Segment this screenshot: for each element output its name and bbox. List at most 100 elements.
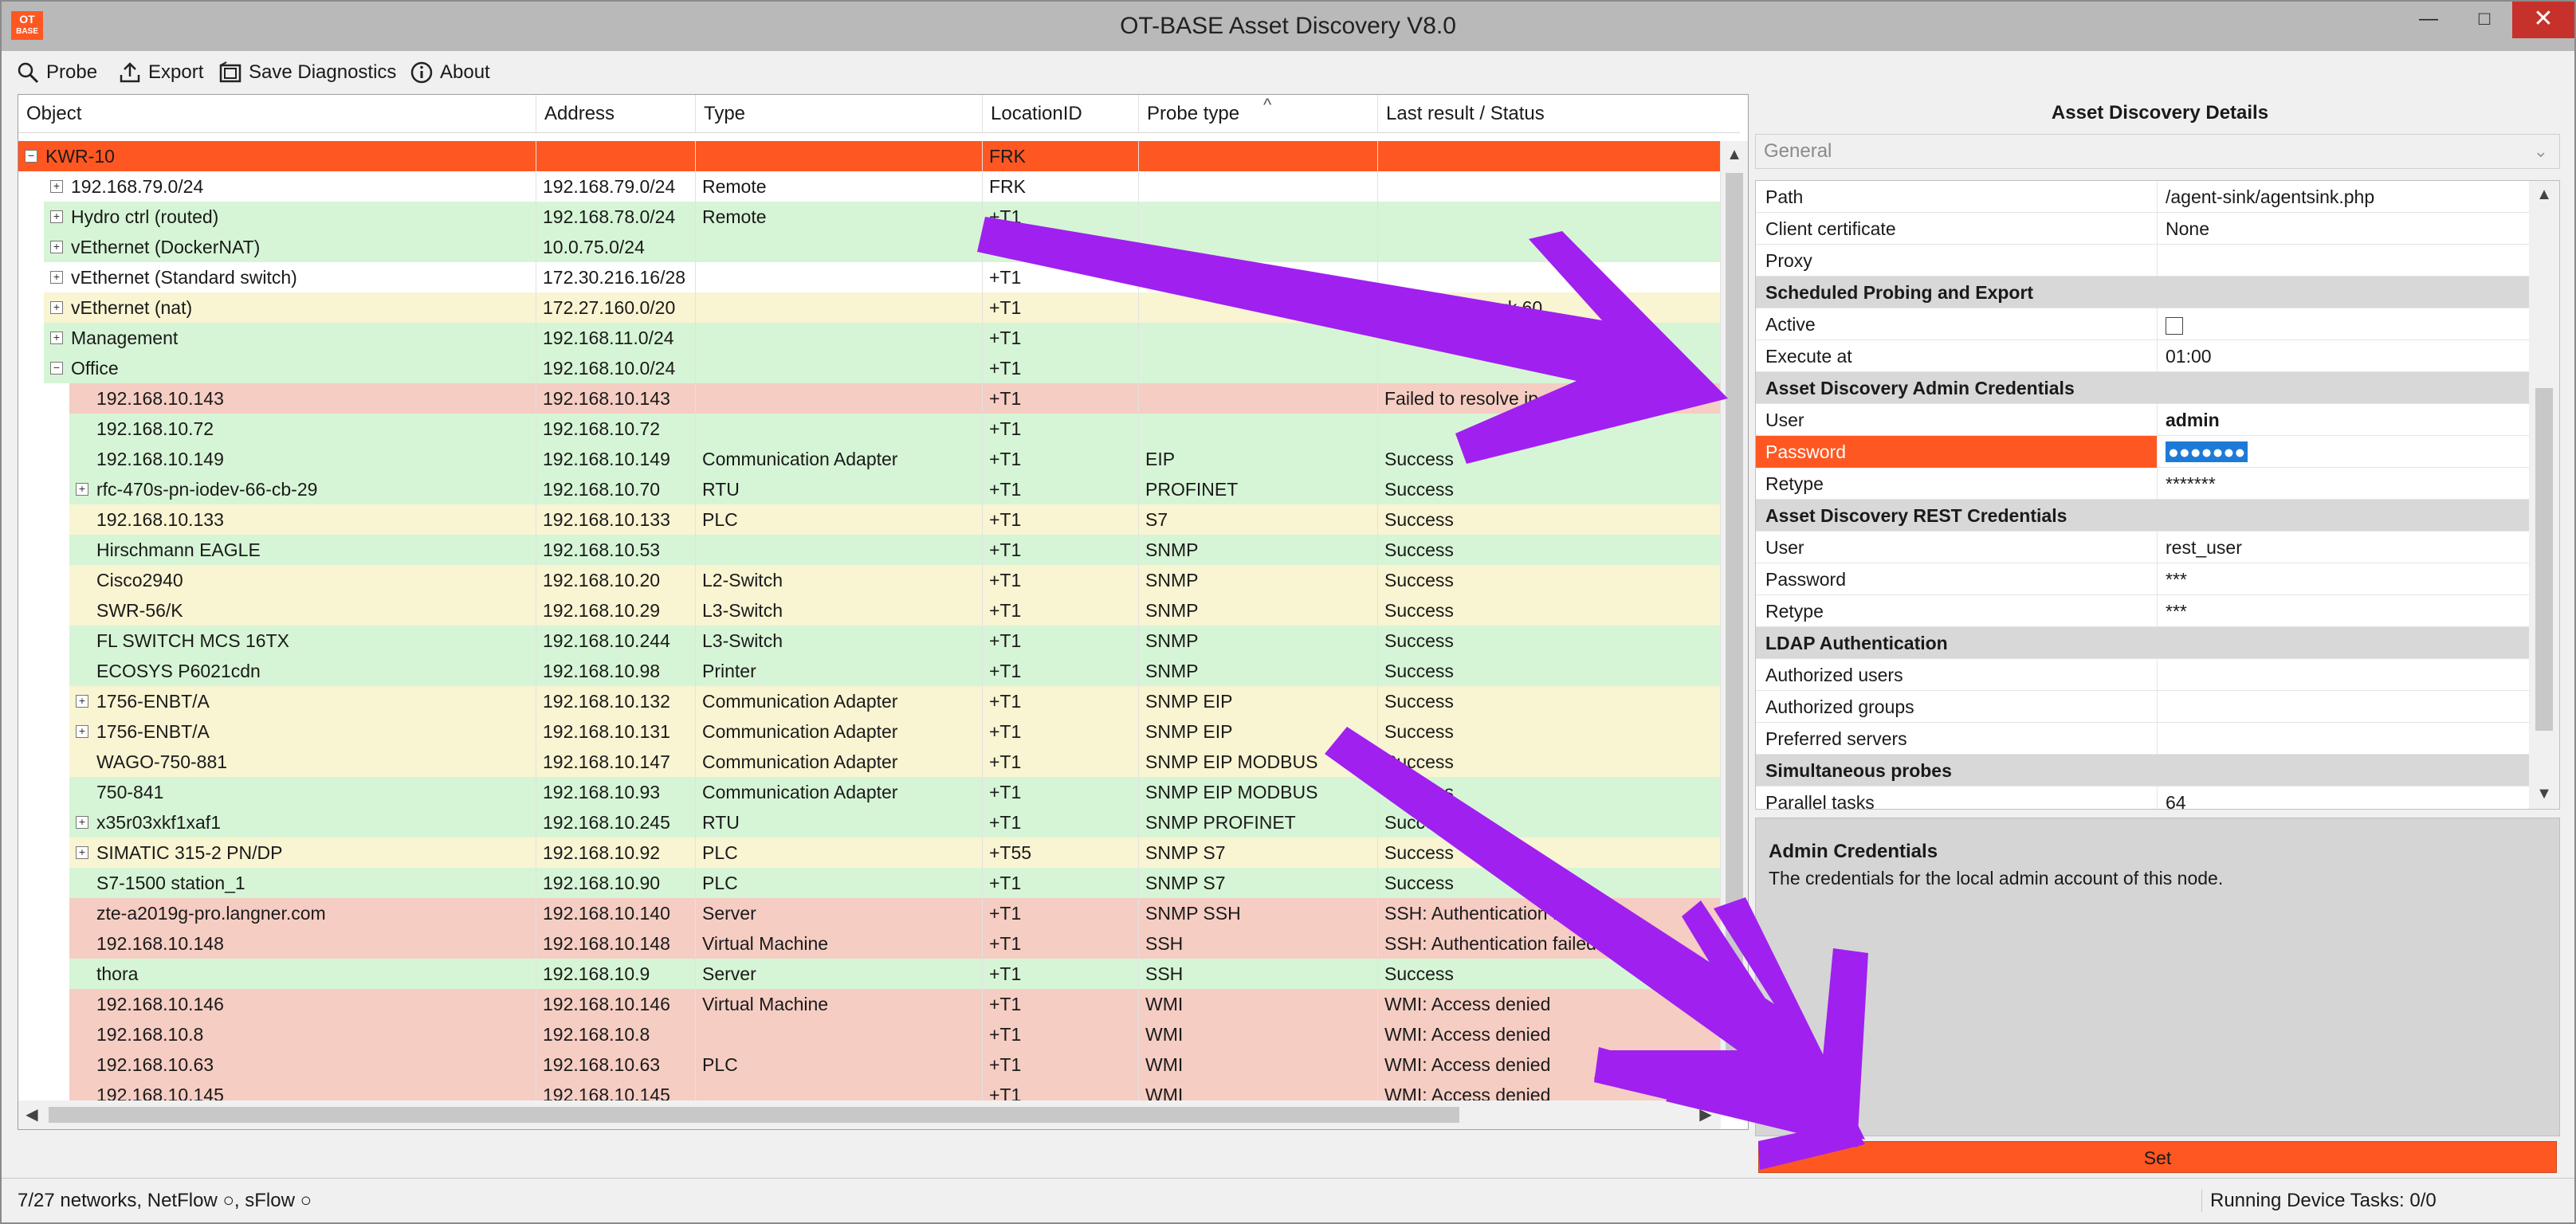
table-row[interactable]: 192.168.10.133 192.168.10.133 PLC +T1 S7 Succ… bbox=[18, 504, 1721, 535]
expand-icon[interactable]: + bbox=[50, 331, 63, 344]
table-row[interactable]: + rfc-470s-pn-iodev-66-cb-29 192.168.10.70… bbox=[18, 474, 1721, 504]
property-value[interactable]: None bbox=[2159, 213, 2526, 245]
collapse-icon[interactable]: − bbox=[50, 361, 63, 375]
property-row[interactable]: Parallel tasks 64 bbox=[1756, 787, 2559, 809]
table-row[interactable]: WAGO-750-881 192.168.10.147 Communication … bbox=[18, 747, 1721, 777]
property-category[interactable]: LDAP Authentication bbox=[1756, 627, 2559, 659]
property-row[interactable]: Password ●●●●●●● bbox=[1756, 436, 2559, 468]
column-header-type[interactable]: Type bbox=[696, 95, 983, 133]
export-button[interactable]: Export bbox=[118, 57, 203, 88]
table-row[interactable]: − Office 192.168.10.0/24 +T1 bbox=[18, 353, 1721, 383]
property-scrollbar[interactable]: ▲ ▼ bbox=[2529, 181, 2559, 809]
table-row[interactable]: + SIMATIC 315-2 PN/DP 192.168.10.92 PLC +T55… bbox=[18, 838, 1721, 868]
property-category[interactable]: Simultaneous probes bbox=[1756, 755, 2559, 787]
table-row[interactable]: 192.168.10.143 192.168.10.143 +T1 Failed to… bbox=[18, 383, 1721, 414]
scroll-down-icon[interactable]: ▼ bbox=[1721, 1069, 1748, 1096]
property-value[interactable]: *** bbox=[2159, 563, 2526, 595]
property-category[interactable]: Scheduled Probing and Export bbox=[1756, 277, 2559, 308]
property-value[interactable]: 01:00 bbox=[2159, 340, 2526, 372]
property-value[interactable]: ●●●●●●● bbox=[2159, 436, 2526, 468]
property-row[interactable]: Preferred servers bbox=[1756, 723, 2559, 755]
property-row[interactable]: Password *** bbox=[1756, 563, 2559, 595]
table-row[interactable]: Hirschmann EAGLE 192.168.10.53 +T1 SNMP Succ… bbox=[18, 535, 1721, 565]
property-row[interactable]: Path/agent-sink/agentsink.php bbox=[1756, 181, 2559, 213]
table-row[interactable]: 750-841 192.168.10.93 Communication Adapte… bbox=[18, 777, 1721, 807]
property-value[interactable] bbox=[2159, 723, 2526, 755]
table-row[interactable]: +1756-ENBT/A 192.168.10.132 Communication … bbox=[18, 686, 1721, 716]
table-row[interactable]: 192.168.10.72 192.168.10.72 +T1 bbox=[18, 414, 1721, 444]
property-row[interactable]: User admin bbox=[1756, 404, 2559, 436]
property-category[interactable]: Asset Discovery REST Credentials bbox=[1756, 500, 2559, 532]
property-value[interactable] bbox=[2159, 691, 2526, 723]
scroll-left-icon[interactable]: ◀ bbox=[18, 1100, 45, 1129]
table-row[interactable]: 192.168.10.63 192.168.10.63 PLC +T1 WMI WMI: … bbox=[18, 1049, 1721, 1080]
property-row[interactable]: Retype ******* bbox=[1756, 468, 2559, 500]
expand-icon[interactable]: + bbox=[50, 300, 63, 314]
property-scroll-thumb[interactable] bbox=[2535, 388, 2553, 731]
property-scroll-down-icon[interactable]: ▼ bbox=[2529, 780, 2559, 807]
table-row[interactable]: thora 192.168.10.9 Server +T1 SSH Success bbox=[18, 959, 1721, 989]
grid-vertical-scroll-thumb[interactable] bbox=[1726, 173, 1743, 1081]
column-header-status[interactable]: Last result / Status bbox=[1378, 95, 1721, 133]
expand-icon[interactable]: + bbox=[76, 815, 88, 829]
table-row[interactable]: + vEthernet (nat) 172.27.160.0/20 +T1 Probin… bbox=[18, 292, 1721, 323]
probe-button[interactable]: Probe bbox=[16, 57, 97, 88]
set-button[interactable]: Set bbox=[1758, 1141, 2557, 1173]
minimize-button[interactable]: — bbox=[2401, 2, 2456, 38]
column-header-address[interactable]: Address bbox=[536, 95, 696, 133]
property-row[interactable]: Proxy bbox=[1756, 245, 2559, 277]
table-row[interactable]: 192.168.10.146 192.168.10.146 Virtual Mach… bbox=[18, 989, 1721, 1019]
grid-horizontal-scrollbar[interactable]: ◀ ▶ bbox=[18, 1100, 1721, 1129]
property-value[interactable]: /agent-sink/agentsink.php bbox=[2159, 181, 2526, 213]
grid-vertical-scrollbar[interactable]: ▲ ▼ bbox=[1721, 141, 1748, 1097]
table-row[interactable]: − KWR-10 FRK bbox=[18, 141, 1721, 171]
active-checkbox[interactable] bbox=[2166, 316, 2183, 335]
property-row[interactable]: Client certificate None bbox=[1756, 213, 2559, 245]
expand-icon[interactable]: + bbox=[50, 210, 63, 223]
property-grid[interactable]: Path/agent-sink/agentsink.php Client cert… bbox=[1755, 180, 2560, 810]
grid-horizontal-scroll-thumb[interactable] bbox=[49, 1107, 1459, 1123]
property-value[interactable] bbox=[2159, 308, 2526, 340]
expand-icon[interactable]: + bbox=[76, 845, 88, 859]
table-row[interactable]: +192.168.79.0/24 192.168.79.0/24 Remote FRK bbox=[18, 171, 1721, 202]
expand-icon[interactable]: + bbox=[50, 240, 63, 253]
table-row[interactable]: + Hydro ctrl (routed) 192.168.78.0/24 Remot… bbox=[18, 202, 1721, 232]
property-row[interactable]: Retype *** bbox=[1756, 595, 2559, 627]
table-row[interactable]: 192.168.10.148 192.168.10.148 Virtual Mach… bbox=[18, 928, 1721, 959]
property-value[interactable]: rest_user bbox=[2159, 532, 2526, 563]
property-row[interactable]: Execute at 01:00 bbox=[1756, 340, 2559, 372]
asset-grid[interactable]: Object Address Type LocationID Probe typ… bbox=[18, 94, 1749, 1130]
table-row[interactable]: SWR-56/K 192.168.10.29 L3-Switch +T1 SNMP Suc… bbox=[18, 595, 1721, 626]
expand-icon[interactable]: + bbox=[50, 179, 63, 193]
save-diagnostics-button[interactable]: Save Diagnostics bbox=[218, 57, 396, 88]
table-row[interactable]: FL SWITCH MCS 16TX 192.168.10.244 L3-Switc… bbox=[18, 626, 1721, 656]
property-row[interactable]: Authorized groups bbox=[1756, 691, 2559, 723]
table-row[interactable]: 192.168.10.8 192.168.10.8 +T1 WMI WMI: Acces… bbox=[18, 1019, 1721, 1049]
property-value[interactable]: *** bbox=[2159, 595, 2526, 627]
password-input-selection[interactable]: ●●●●●●● bbox=[2166, 441, 2248, 462]
expand-icon[interactable]: + bbox=[76, 694, 88, 708]
column-header-location[interactable]: LocationID bbox=[983, 95, 1139, 133]
scroll-up-icon[interactable]: ▲ bbox=[1721, 141, 1748, 168]
column-header-probe-type[interactable]: Probe type bbox=[1139, 95, 1378, 133]
table-row[interactable]: zte-a2019g-pro.langner.com 192.168.10.140… bbox=[18, 898, 1721, 928]
title-bar[interactable]: OT BASE OT-BASE Asset Discovery V8.0 — □ … bbox=[2, 2, 2574, 51]
column-header-object[interactable]: Object bbox=[18, 95, 536, 133]
property-scroll-up-icon[interactable]: ▲ bbox=[2529, 181, 2559, 208]
close-button[interactable]: ✕ bbox=[2512, 2, 2574, 38]
table-row[interactable]: 192.168.10.149 192.168.10.149 Communicatio… bbox=[18, 444, 1721, 474]
collapse-icon[interactable]: − bbox=[25, 149, 37, 163]
table-row[interactable]: + Management 192.168.11.0/24 +T1 bbox=[18, 323, 1721, 353]
table-row[interactable]: ECOSYS P6021cdn 192.168.10.98 Printer +T1 SN… bbox=[18, 656, 1721, 686]
table-row[interactable]: S7-1500 station_1 192.168.10.90 PLC +T1 SNMP… bbox=[18, 868, 1721, 898]
table-row[interactable]: + x35r03xkf1xaf1 192.168.10.245 RTU +T1 SNMP … bbox=[18, 807, 1721, 838]
property-value[interactable]: admin bbox=[2159, 404, 2526, 436]
property-category[interactable]: Asset Discovery Admin Credentials bbox=[1756, 372, 2559, 404]
scroll-right-icon[interactable]: ▶ bbox=[1692, 1100, 1719, 1129]
property-value[interactable]: ******* bbox=[2159, 468, 2526, 500]
property-value[interactable] bbox=[2159, 245, 2526, 277]
maximize-button[interactable]: □ bbox=[2456, 2, 2512, 38]
property-row[interactable]: User rest_user bbox=[1756, 532, 2559, 563]
expand-icon[interactable]: + bbox=[76, 724, 88, 738]
property-value[interactable]: 64 bbox=[2159, 787, 2526, 809]
